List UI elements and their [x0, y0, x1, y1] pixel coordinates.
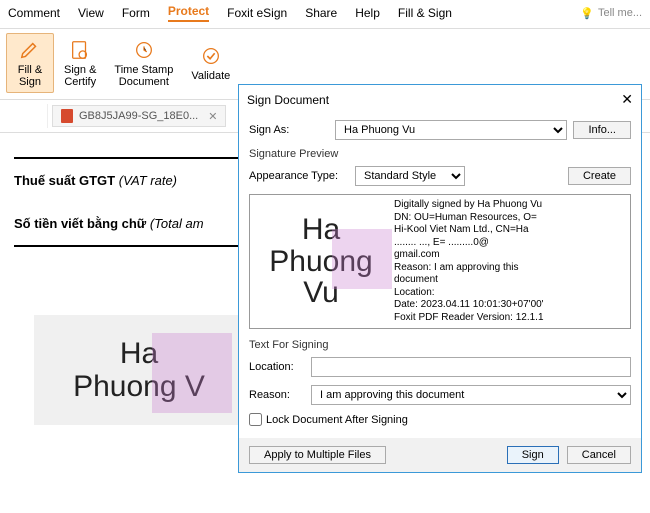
signature-placeholder: Ha Phuong V [34, 315, 244, 425]
validate-button[interactable]: Validate [183, 33, 238, 93]
close-icon[interactable]: ✕ [621, 91, 633, 108]
dialog-titlebar: Sign Document ✕ [239, 85, 641, 114]
menu-comment[interactable]: Comment [8, 6, 60, 20]
apply-multiple-button[interactable]: Apply to Multiple Files [249, 446, 386, 464]
pen-icon [18, 38, 42, 62]
menu-view[interactable]: View [78, 6, 104, 20]
signature-preview: Ha Phuong Vu Digitally signed by Ha Phuo… [249, 194, 631, 329]
menu-bar: Comment View Form Protect Foxit eSign Sh… [0, 0, 650, 29]
reason-select[interactable]: I am approving this document [311, 385, 631, 405]
menu-help[interactable]: Help [355, 6, 380, 20]
lock-label: Lock Document After Signing [266, 414, 408, 426]
appearance-type-label: Appearance Type: [249, 170, 349, 182]
location-input[interactable] [311, 357, 631, 377]
sign-as-label: Sign As: [249, 124, 329, 136]
location-label: Location: [249, 361, 305, 373]
fill-sign-button[interactable]: Fill & Sign [6, 33, 54, 93]
dialog-title: Sign Document [247, 93, 329, 107]
sign-certify-button[interactable]: Sign & Certify [56, 33, 104, 93]
certify-icon [68, 38, 92, 62]
clock-icon [132, 38, 156, 62]
menu-form[interactable]: Form [122, 6, 150, 20]
sign-button[interactable]: Sign [507, 446, 559, 464]
sign-as-select[interactable]: Ha Phuong Vu [335, 120, 567, 140]
tell-me[interactable]: 💡 Tell me... [580, 7, 642, 20]
signature-preview-label: Signature Preview [249, 148, 631, 160]
lock-checkbox[interactable] [249, 413, 262, 426]
document-tab[interactable]: GB8J5JA99-SG_18E0... ✕ [52, 105, 226, 127]
menu-foxit-esign[interactable]: Foxit eSign [227, 6, 287, 20]
menu-fill-sign[interactable]: Fill & Sign [398, 6, 452, 20]
bulb-icon: 💡 [580, 7, 594, 20]
preview-name: Ha Phuong Vu [256, 199, 386, 324]
reason-label: Reason: [249, 389, 305, 401]
check-icon [199, 44, 223, 68]
watermark-icon [152, 333, 232, 413]
dialog-footer: Apply to Multiple Files Sign Cancel [239, 438, 641, 472]
menu-protect[interactable]: Protect [168, 4, 209, 22]
cancel-button[interactable]: Cancel [567, 446, 631, 464]
time-stamp-button[interactable]: Time Stamp Document [106, 33, 181, 93]
appearance-type-select[interactable]: Standard Style [355, 166, 465, 186]
menu-share[interactable]: Share [305, 6, 337, 20]
preview-meta: Digitally signed by Ha Phuong Vu DN: OU=… [394, 199, 624, 324]
tab-label: GB8J5JA99-SG_18E0... [79, 110, 198, 122]
pdf-icon [61, 109, 73, 123]
sign-document-dialog: Sign Document ✕ Sign As: Ha Phuong Vu In… [238, 84, 642, 473]
text-for-signing-label: Text For Signing [249, 339, 631, 351]
close-icon[interactable]: ✕ [208, 110, 217, 123]
sidebar-toggle[interactable] [8, 104, 48, 128]
info-button[interactable]: Info... [573, 121, 631, 139]
watermark-icon [332, 229, 392, 289]
create-button[interactable]: Create [568, 167, 631, 185]
